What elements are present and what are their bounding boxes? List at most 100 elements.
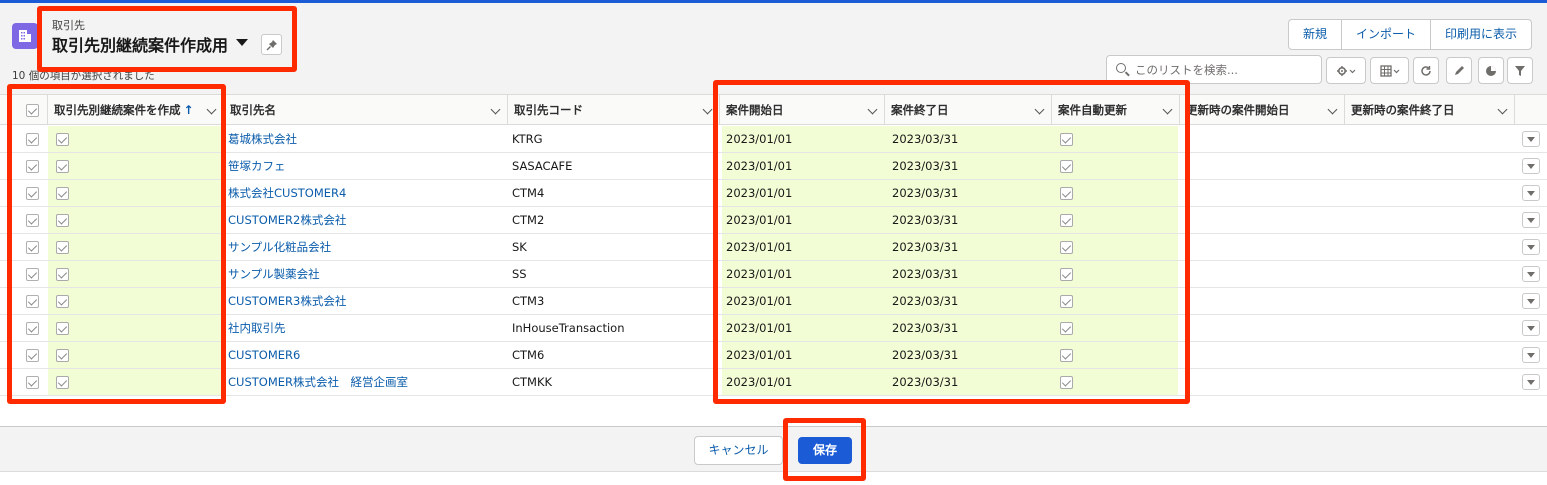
cell-account-name[interactable]: 葛城株式会社 bbox=[224, 126, 508, 152]
cell-end-date[interactable]: 2023/03/31 bbox=[885, 369, 1052, 395]
cancel-button[interactable]: キャンセル bbox=[694, 436, 783, 465]
chevron-down-icon[interactable] bbox=[1034, 104, 1045, 115]
display-as-button[interactable] bbox=[1370, 57, 1409, 84]
row-actions-menu-button[interactable] bbox=[1522, 293, 1540, 309]
create-renewal-checkbox[interactable] bbox=[56, 322, 69, 335]
list-view-title[interactable]: 取引先別継続案件作成用 bbox=[52, 32, 228, 56]
row-actions-menu-button[interactable] bbox=[1522, 158, 1540, 174]
create-renewal-checkbox[interactable] bbox=[56, 160, 69, 173]
cell-start-date[interactable]: 2023/01/01 bbox=[722, 234, 885, 260]
auto-renew-checkbox[interactable] bbox=[1060, 133, 1073, 146]
create-renewal-checkbox[interactable] bbox=[56, 214, 69, 227]
cell-end-date[interactable]: 2023/03/31 bbox=[885, 288, 1052, 314]
column-header-account-name[interactable]: 取引先名 bbox=[224, 95, 508, 125]
chevron-down-icon[interactable] bbox=[1497, 104, 1508, 115]
auto-renew-checkbox[interactable] bbox=[1060, 241, 1073, 254]
inline-edit-button[interactable] bbox=[1446, 57, 1472, 84]
column-header-create-renewal[interactable]: 取引先別継続案件を作成 ↑ bbox=[48, 95, 224, 125]
row-select-checkbox[interactable] bbox=[26, 160, 39, 173]
select-all-checkbox[interactable] bbox=[26, 104, 39, 117]
cell-start-date[interactable]: 2023/01/01 bbox=[722, 207, 885, 233]
chevron-down-icon[interactable] bbox=[490, 104, 501, 115]
row-select-checkbox[interactable] bbox=[26, 133, 39, 146]
chevron-down-icon[interactable] bbox=[867, 104, 878, 115]
cell-account-name[interactable]: 株式会社CUSTOMER4 bbox=[224, 180, 508, 206]
chevron-down-icon[interactable] bbox=[702, 104, 713, 115]
row-actions-menu-button[interactable] bbox=[1522, 212, 1540, 228]
list-search-input[interactable] bbox=[1135, 61, 1315, 79]
row-actions-menu-button[interactable] bbox=[1522, 266, 1540, 282]
cell-start-date[interactable]: 2023/01/01 bbox=[722, 342, 885, 368]
row-select-checkbox[interactable] bbox=[26, 241, 39, 254]
auto-renew-checkbox[interactable] bbox=[1060, 322, 1073, 335]
row-actions-menu-button[interactable] bbox=[1522, 347, 1540, 363]
cell-account-name[interactable]: サンプル製薬会社 bbox=[224, 261, 508, 287]
row-select-checkbox[interactable] bbox=[26, 376, 39, 389]
cell-end-date[interactable]: 2023/03/31 bbox=[885, 126, 1052, 152]
create-renewal-checkbox[interactable] bbox=[56, 241, 69, 254]
cell-end-date[interactable]: 2023/03/31 bbox=[885, 234, 1052, 260]
auto-renew-checkbox[interactable] bbox=[1060, 376, 1073, 389]
cell-end-date[interactable]: 2023/03/31 bbox=[885, 180, 1052, 206]
new-button[interactable]: 新規 bbox=[1289, 20, 1343, 49]
row-actions-menu-button[interactable] bbox=[1522, 239, 1540, 255]
cell-account-name[interactable]: 社内取引先 bbox=[224, 315, 508, 341]
cell-account-name[interactable]: CUSTOMER3株式会社 bbox=[224, 288, 508, 314]
auto-renew-checkbox[interactable] bbox=[1060, 268, 1073, 281]
auto-renew-checkbox[interactable] bbox=[1060, 349, 1073, 362]
chevron-down-icon[interactable] bbox=[206, 104, 217, 115]
cell-start-date[interactable]: 2023/01/01 bbox=[722, 153, 885, 179]
create-renewal-checkbox[interactable] bbox=[56, 268, 69, 281]
cell-account-name[interactable]: CUSTOMER6 bbox=[224, 342, 508, 368]
cell-end-date[interactable]: 2023/03/31 bbox=[885, 261, 1052, 287]
pin-list-button[interactable] bbox=[261, 34, 282, 55]
cell-start-date[interactable]: 2023/01/01 bbox=[722, 180, 885, 206]
printable-view-button[interactable]: 印刷用に表示 bbox=[1431, 20, 1531, 49]
list-settings-button[interactable] bbox=[1326, 57, 1366, 84]
row-select-checkbox[interactable] bbox=[26, 295, 39, 308]
column-header-renewal-start-date[interactable]: 更新時の案件開始日 bbox=[1180, 95, 1345, 125]
refresh-button[interactable] bbox=[1413, 57, 1439, 84]
row-select-checkbox[interactable] bbox=[26, 349, 39, 362]
create-renewal-checkbox[interactable] bbox=[56, 376, 69, 389]
cell-end-date[interactable]: 2023/03/31 bbox=[885, 153, 1052, 179]
column-header-auto-renew[interactable]: 案件自動更新 bbox=[1052, 95, 1180, 125]
auto-renew-checkbox[interactable] bbox=[1060, 160, 1073, 173]
cell-start-date[interactable]: 2023/01/01 bbox=[722, 288, 885, 314]
row-select-checkbox[interactable] bbox=[26, 187, 39, 200]
cell-account-name[interactable]: CUSTOMER2株式会社 bbox=[224, 207, 508, 233]
import-button[interactable]: インポート bbox=[1342, 20, 1432, 49]
row-select-checkbox[interactable] bbox=[26, 268, 39, 281]
chevron-down-icon[interactable] bbox=[1327, 104, 1338, 115]
row-actions-menu-button[interactable] bbox=[1522, 320, 1540, 336]
auto-renew-checkbox[interactable] bbox=[1060, 214, 1073, 227]
cell-end-date[interactable]: 2023/03/31 bbox=[885, 207, 1052, 233]
cell-start-date[interactable]: 2023/01/01 bbox=[722, 261, 885, 287]
list-view-dropdown-icon[interactable] bbox=[236, 39, 248, 46]
cell-account-name[interactable]: サンプル化粧品会社 bbox=[224, 234, 508, 260]
create-renewal-checkbox[interactable] bbox=[56, 349, 69, 362]
row-select-checkbox[interactable] bbox=[26, 322, 39, 335]
filter-button[interactable] bbox=[1507, 57, 1533, 84]
cell-account-name[interactable]: 笹塚カフェ bbox=[224, 153, 508, 179]
cell-start-date[interactable]: 2023/01/01 bbox=[722, 315, 885, 341]
row-actions-menu-button[interactable] bbox=[1522, 374, 1540, 390]
row-actions-menu-button[interactable] bbox=[1522, 185, 1540, 201]
create-renewal-checkbox[interactable] bbox=[56, 187, 69, 200]
cell-end-date[interactable]: 2023/03/31 bbox=[885, 315, 1052, 341]
cell-end-date[interactable]: 2023/03/31 bbox=[885, 342, 1052, 368]
chevron-down-icon[interactable] bbox=[1162, 104, 1173, 115]
cell-start-date[interactable]: 2023/01/01 bbox=[722, 369, 885, 395]
column-header-start-date[interactable]: 案件開始日 bbox=[720, 95, 885, 125]
column-header-account-code[interactable]: 取引先コード bbox=[508, 95, 720, 125]
create-renewal-checkbox[interactable] bbox=[56, 295, 69, 308]
column-header-renewal-end-date[interactable]: 更新時の案件終了日 bbox=[1345, 95, 1515, 125]
column-header-end-date[interactable]: 案件終了日 bbox=[885, 95, 1052, 125]
create-renewal-checkbox[interactable] bbox=[56, 133, 69, 146]
charts-button[interactable] bbox=[1478, 57, 1504, 84]
cell-start-date[interactable]: 2023/01/01 bbox=[722, 126, 885, 152]
cell-account-name[interactable]: CUSTOMER株式会社 経営企画室 bbox=[224, 369, 508, 395]
auto-renew-checkbox[interactable] bbox=[1060, 295, 1073, 308]
save-button[interactable]: 保存 bbox=[798, 437, 852, 464]
row-actions-menu-button[interactable] bbox=[1522, 131, 1540, 147]
